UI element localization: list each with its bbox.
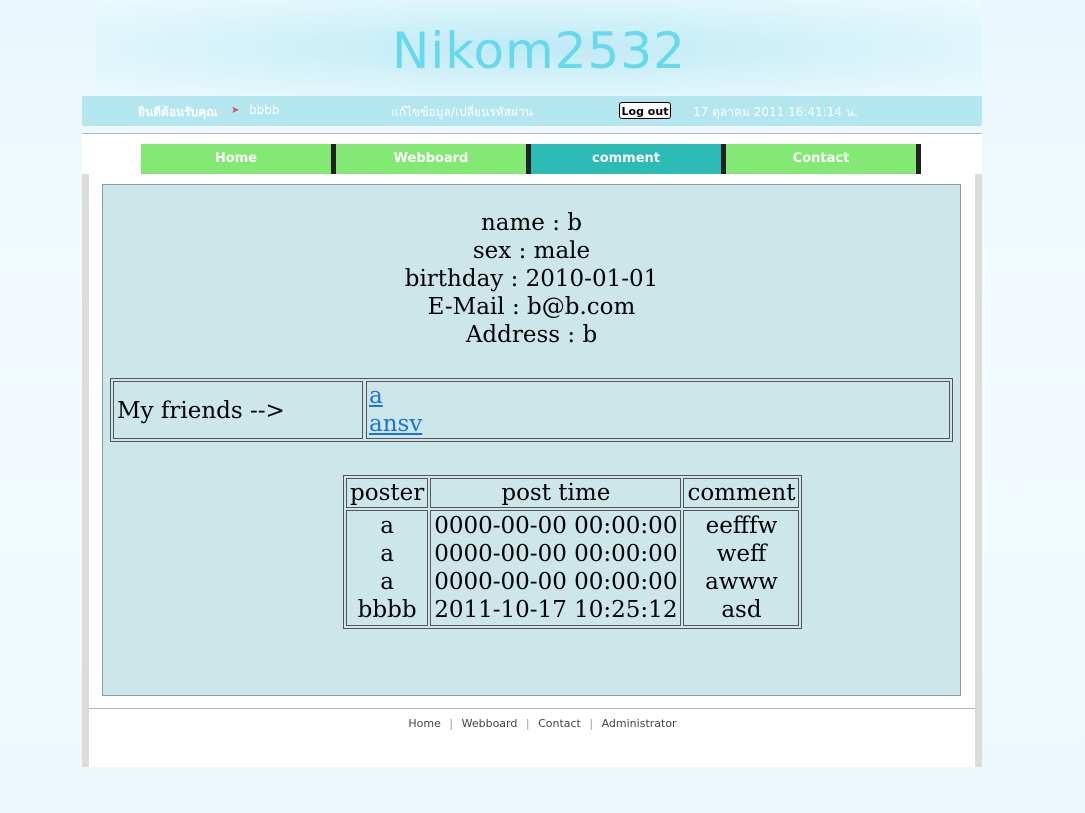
footer-separator: |	[449, 717, 454, 730]
username: bbbb	[249, 103, 280, 117]
nav-contact[interactable]: Contact	[726, 144, 921, 174]
comments-table: poster post time comment a a a bbbb 0000…	[343, 475, 803, 629]
footer-link-contact[interactable]: Contact	[538, 717, 581, 730]
footer-separator: |	[525, 717, 530, 730]
table-cell: a	[380, 569, 394, 595]
friend-link-a[interactable]: a	[369, 382, 949, 410]
poster-column: a a a bbbb	[346, 510, 429, 626]
friends-label: My friends -->	[113, 381, 363, 439]
header-poster: poster	[346, 478, 429, 508]
profile-birthday: birthday : 2010-01-01	[404, 266, 659, 292]
header-comment: comment	[683, 478, 800, 508]
table-cell: 0000-00-00 00:00:00	[434, 569, 678, 595]
footer-separator: |	[589, 717, 594, 730]
profile-info: name : b sex : male birthday : 2010-01-0…	[103, 209, 960, 349]
profile-address: Address : b	[465, 322, 598, 348]
footer-link-administrator[interactable]: Administrator	[602, 717, 677, 730]
table-header-row: poster post time comment	[346, 478, 800, 508]
logout-button[interactable]: Log out	[619, 102, 671, 119]
top-bar: ยินดีต้อนรับคุณ ➤ bbbb แก้ไขข้อมูล/เปลี่…	[82, 96, 982, 126]
table-body-row: a a a bbbb 0000-00-00 00:00:00 0000-00-0…	[346, 510, 800, 626]
table-cell: 0000-00-00 00:00:00	[434, 541, 678, 567]
footer-link-home[interactable]: Home	[408, 717, 440, 730]
right-border	[975, 174, 982, 767]
table-cell: a	[380, 513, 394, 539]
footer-links: Home | Webboard | Contact | Administrato…	[0, 717, 1085, 730]
edit-profile-link[interactable]: แก้ไขข้อมูล/เปลี่ยนรหัสผ่าน	[391, 103, 533, 122]
current-datetime: 17 ตุลาคม 2011 16:41:14 น.	[693, 105, 858, 119]
post-time-column: 0000-00-00 00:00:00 0000-00-00 00:00:00 …	[430, 510, 682, 626]
comment-column: eefffw weff awww asd	[683, 510, 800, 626]
bottom-divider	[89, 708, 975, 709]
profile-email: E-Mail : b@b.com	[427, 294, 636, 320]
friends-table: My friends --> a ansv	[110, 378, 953, 442]
table-cell: weff	[716, 541, 767, 567]
friend-link-ansv[interactable]: ansv	[369, 410, 949, 438]
nav-webboard[interactable]: Webboard	[336, 144, 531, 174]
table-cell: bbbb	[357, 597, 417, 623]
table-cell: 2011-10-17 10:25:12	[434, 597, 678, 623]
profile-sex: sex : male	[472, 238, 591, 264]
profile-name: name : b	[480, 210, 583, 236]
table-cell: asd	[721, 597, 762, 623]
nav-home[interactable]: Home	[141, 144, 336, 174]
footer-link-webboard[interactable]: Webboard	[462, 717, 518, 730]
nav-comment[interactable]: comment	[531, 144, 726, 174]
table-cell: awww	[705, 569, 778, 595]
site-title: Nikom2532	[391, 22, 686, 80]
arrow-icon: ➤	[231, 105, 240, 116]
left-border	[82, 174, 89, 767]
header-banner: Nikom2532	[96, 0, 982, 96]
table-cell: eefffw	[705, 513, 778, 539]
welcome-text: ยินดีต้อนรับคุณ	[138, 105, 218, 119]
table-cell: a	[380, 541, 394, 567]
main-nav: Home Webboard comment Contact	[141, 144, 922, 174]
header-post-time: post time	[430, 478, 682, 508]
main-content: name : b sex : male birthday : 2010-01-0…	[102, 184, 961, 696]
friends-list: a ansv	[366, 381, 950, 439]
table-cell: 0000-00-00 00:00:00	[434, 513, 678, 539]
